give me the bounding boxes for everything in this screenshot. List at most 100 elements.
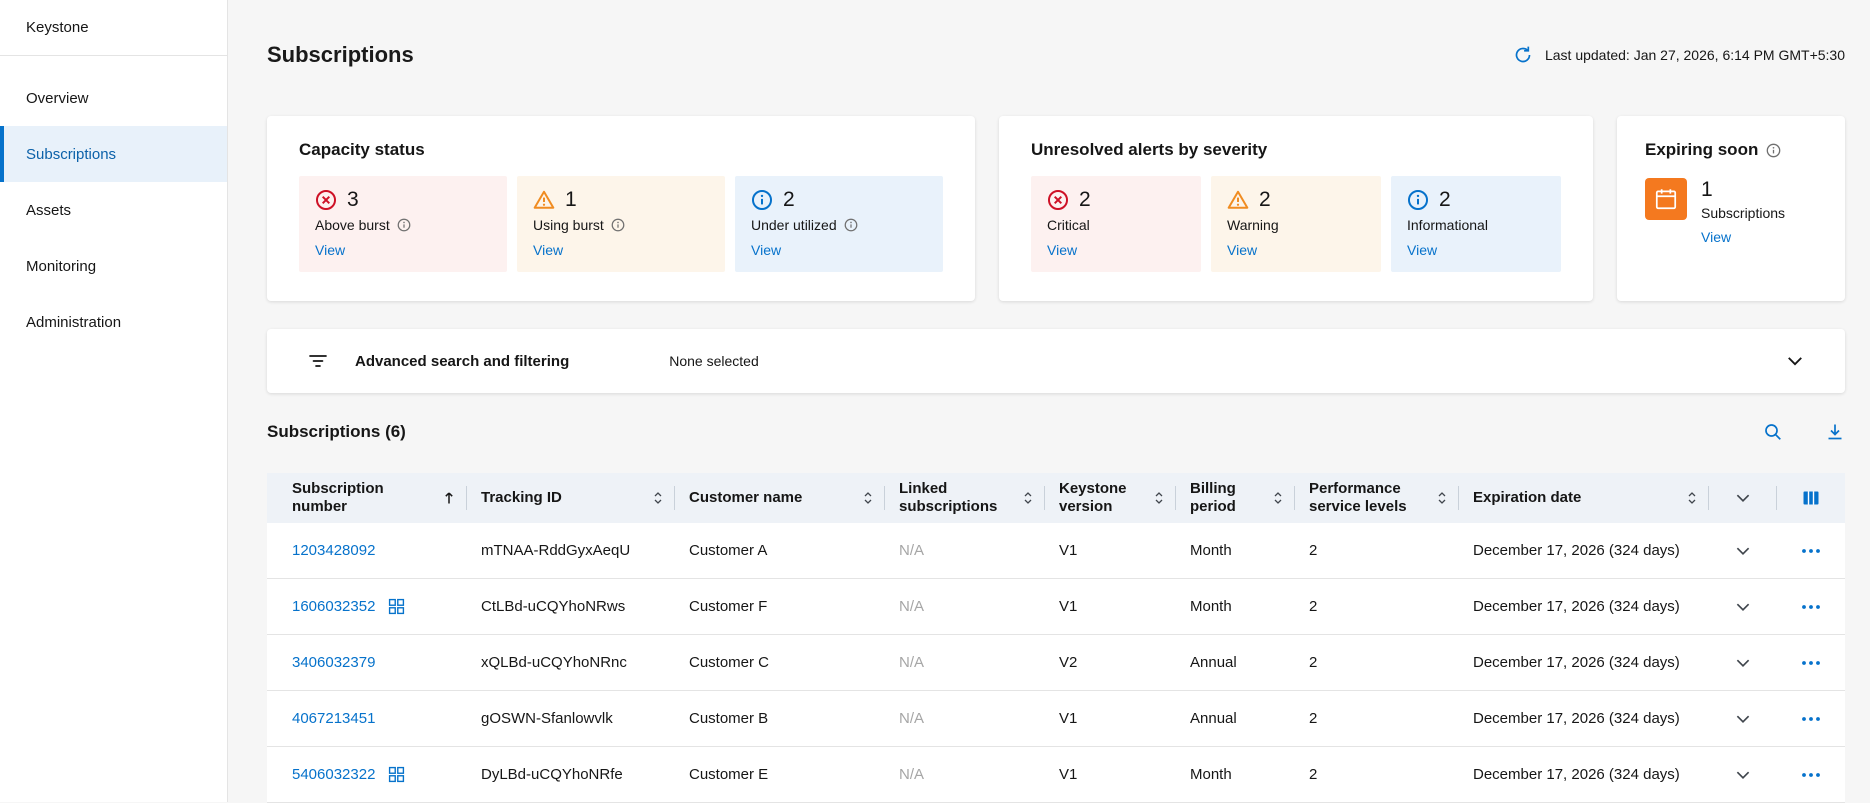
capacity-tiles: 3 Above burst View 1 Using burst [299, 176, 943, 272]
table-row: 1606032352 CtLBd-uCQYhoNRws Customer F N… [267, 579, 1845, 635]
refresh-icon[interactable] [1513, 45, 1533, 65]
column-label: Customer name [689, 489, 802, 507]
alert-tile-warning: 2 Warning View [1211, 176, 1381, 272]
advanced-search-bar[interactable]: Advanced search and filtering None selec… [267, 329, 1845, 393]
tile-label: Using burst [533, 217, 604, 233]
info-circle-icon [1407, 189, 1429, 211]
sort-icon[interactable] [1154, 490, 1164, 506]
view-link[interactable]: View [1227, 242, 1257, 258]
column-label: Expiration date [1473, 489, 1581, 507]
expand-all-rows-control[interactable] [1709, 473, 1777, 523]
expiration-date-cell: December 17, 2026 (324 days) [1459, 579, 1709, 634]
view-link[interactable]: View [1407, 242, 1437, 258]
download-icon[interactable] [1825, 422, 1845, 442]
column-header-customer-name[interactable]: Customer name [675, 473, 885, 523]
sidebar-item-label: Administration [26, 314, 121, 331]
info-icon[interactable] [844, 218, 858, 232]
keystone-version-cell: V1 [1045, 523, 1176, 578]
row-actions-icon[interactable] [1801, 772, 1821, 778]
sort-icon[interactable] [1023, 490, 1033, 506]
performance-service-levels-cell: 2 [1295, 747, 1459, 802]
sidebar-item-assets[interactable]: Assets [0, 182, 227, 238]
card-title: Unresolved alerts by severity [1031, 140, 1561, 160]
performance-service-levels-cell: 2 [1295, 579, 1459, 634]
subscription-number-link[interactable]: 3406032379 [292, 654, 375, 671]
tile-count: 2 [783, 188, 795, 212]
table-header: Subscription number Tracking ID Customer… [267, 473, 1845, 523]
expiring-label: Subscriptions [1701, 205, 1785, 221]
sort-icon[interactable] [1273, 490, 1283, 506]
page-header: Subscriptions Last updated: Jan 27, 2026… [267, 40, 1845, 70]
customer-name-cell: Customer C [675, 635, 885, 690]
subscription-number-link[interactable]: 1203428092 [292, 542, 375, 559]
tile-label: Warning [1227, 217, 1279, 233]
view-link[interactable]: View [1701, 229, 1731, 245]
alert-tile-critical: 2 Critical View [1031, 176, 1201, 272]
tile-count: 1 [565, 188, 577, 212]
capacity-tile-using-burst: 1 Using burst View [517, 176, 725, 272]
billing-period-cell: Month [1176, 523, 1295, 578]
card-title: Capacity status [299, 140, 943, 160]
summary-cards: Capacity status 3 Above burst View [267, 116, 1845, 301]
keystone-version-cell: V1 [1045, 579, 1176, 634]
view-link[interactable]: View [315, 242, 345, 258]
search-icon[interactable] [1763, 422, 1783, 442]
column-header-keystone-version[interactable]: Keystone version [1045, 473, 1176, 523]
info-icon[interactable] [397, 218, 411, 232]
expiration-date-cell: December 17, 2026 (324 days) [1459, 747, 1709, 802]
column-header-tracking-id[interactable]: Tracking ID [467, 473, 675, 523]
view-link[interactable]: View [533, 242, 563, 258]
columns-icon [1801, 488, 1821, 508]
column-label: Subscription number [292, 480, 433, 516]
chevron-down-icon[interactable] [1785, 351, 1805, 371]
sort-icon[interactable] [1437, 490, 1447, 506]
row-actions-icon[interactable] [1801, 604, 1821, 610]
info-circle-icon [751, 189, 773, 211]
main-content: Subscriptions Last updated: Jan 27, 2026… [228, 0, 1870, 802]
sort-icon[interactable] [863, 490, 873, 506]
row-expand-chevron-icon[interactable] [1734, 766, 1752, 784]
row-expand-chevron-icon[interactable] [1734, 598, 1752, 616]
subscription-number-link[interactable]: 1606032352 [292, 598, 375, 615]
row-actions-icon[interactable] [1801, 660, 1821, 666]
subscription-number-link[interactable]: 5406032322 [292, 766, 375, 783]
error-icon [1047, 189, 1069, 211]
linked-subscription-icon [388, 598, 405, 615]
subscription-number-link[interactable]: 4067213451 [292, 710, 375, 727]
capacity-tile-under-utilized: 2 Under utilized View [735, 176, 943, 272]
tile-label: Critical [1047, 217, 1090, 233]
keystone-version-cell: V1 [1045, 747, 1176, 802]
info-icon[interactable] [1766, 143, 1781, 158]
column-header-performance-service-levels[interactable]: Performance service levels [1295, 473, 1459, 523]
sidebar-item-overview[interactable]: Overview [0, 70, 227, 126]
row-actions-icon[interactable] [1801, 716, 1821, 722]
sidebar-item-subscriptions[interactable]: Subscriptions [0, 126, 227, 182]
advanced-search-label: Advanced search and filtering [355, 353, 569, 370]
performance-service-levels-cell: 2 [1295, 523, 1459, 578]
column-header-billing-period[interactable]: Billing period [1176, 473, 1295, 523]
row-expand-chevron-icon[interactable] [1734, 710, 1752, 728]
warning-icon [533, 189, 555, 211]
linked-subscriptions-cell: N/A [885, 691, 1045, 746]
sort-ascending-icon[interactable] [443, 490, 455, 506]
sort-icon[interactable] [653, 490, 663, 506]
sidebar-item-administration[interactable]: Administration [0, 294, 227, 350]
capacity-tile-above-burst: 3 Above burst View [299, 176, 507, 272]
sidebar-item-monitoring[interactable]: Monitoring [0, 238, 227, 294]
column-settings-control[interactable] [1777, 473, 1845, 523]
row-expand-chevron-icon[interactable] [1734, 542, 1752, 560]
table-row: 4067213451 gOSWN-Sfanlowvlk Customer B N… [267, 691, 1845, 747]
row-actions-icon[interactable] [1801, 548, 1821, 554]
billing-period-cell: Month [1176, 747, 1295, 802]
column-header-subscription-number[interactable]: Subscription number [267, 473, 467, 523]
column-header-linked-subscriptions[interactable]: Linked subscriptions [885, 473, 1045, 523]
view-link[interactable]: View [1047, 242, 1077, 258]
row-expand-chevron-icon[interactable] [1734, 654, 1752, 672]
sort-icon[interactable] [1687, 490, 1697, 506]
view-link[interactable]: View [751, 242, 781, 258]
column-label: Tracking ID [481, 489, 562, 507]
subscriptions-table: Subscription number Tracking ID Customer… [267, 473, 1845, 803]
info-icon[interactable] [611, 218, 625, 232]
column-label: Billing period [1190, 480, 1273, 516]
column-header-expiration-date[interactable]: Expiration date [1459, 473, 1709, 523]
